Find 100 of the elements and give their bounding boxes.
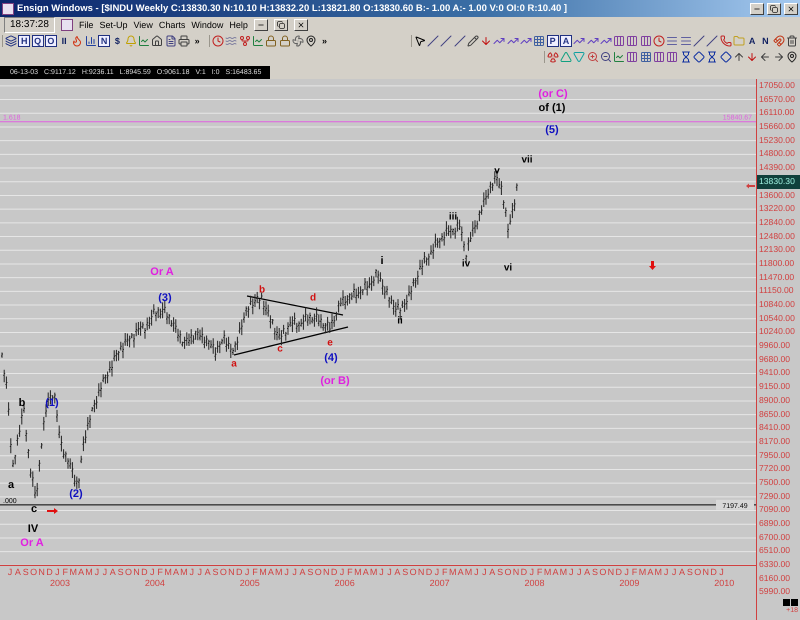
minimize-button[interactable] <box>750 2 764 14</box>
month-label: N <box>512 567 520 577</box>
more-tools-button[interactable]: » <box>191 35 204 47</box>
columns-icon[interactable] <box>613 35 626 47</box>
month-label: S <box>116 567 125 577</box>
trend-icon[interactable] <box>520 35 532 47</box>
letter-tool-button[interactable]: A <box>746 35 758 47</box>
cursor-icon[interactable] <box>414 35 426 47</box>
zoom-in-icon[interactable] <box>586 51 599 63</box>
line-icon[interactable] <box>454 35 466 47</box>
close-button[interactable] <box>294 19 308 31</box>
bars-icon[interactable] <box>84 35 97 47</box>
month-label: D <box>235 567 244 577</box>
line-icon[interactable] <box>426 35 439 47</box>
diamond-icon[interactable] <box>692 51 705 63</box>
arrow-left-icon[interactable] <box>759 51 772 63</box>
grid-icon[interactable] <box>640 51 652 63</box>
trend-icon[interactable] <box>586 35 599 47</box>
month-label: A <box>172 567 180 577</box>
month-label: J <box>386 567 393 577</box>
zoom-out-icon[interactable] <box>600 51 612 63</box>
trend-icon[interactable] <box>493 35 506 47</box>
letter-tool-button[interactable]: A <box>560 35 572 47</box>
columns-icon[interactable] <box>626 51 638 63</box>
columns-icon[interactable] <box>653 51 666 63</box>
month-label: A <box>646 567 654 577</box>
printer-icon[interactable] <box>178 35 190 47</box>
trash-icon[interactable] <box>786 35 798 47</box>
month-label: A <box>583 567 592 577</box>
trend-icon[interactable] <box>600 35 612 47</box>
columns-icon[interactable] <box>626 35 638 47</box>
menu-item[interactable]: File <box>78 20 94 30</box>
month-label: J <box>188 567 196 577</box>
lock-icon[interactable] <box>278 35 291 47</box>
wave-label: i <box>380 254 384 267</box>
home-icon[interactable] <box>151 35 164 47</box>
restore-icon[interactable] <box>770 4 778 12</box>
price-axis-label: 15230.00 <box>758 134 796 147</box>
more-tools-button[interactable]: » <box>318 35 331 47</box>
letter-tool-button[interactable]: H <box>18 35 30 47</box>
trend-icon[interactable] <box>573 35 586 47</box>
diamond-icon[interactable] <box>720 51 732 63</box>
pin-icon[interactable] <box>786 51 798 63</box>
line-icon[interactable] <box>706 35 718 47</box>
trend-icon[interactable] <box>506 35 519 47</box>
month-label: N <box>606 567 615 577</box>
menu-item[interactable]: Help <box>229 20 248 30</box>
chart-icon[interactable] <box>138 35 150 47</box>
magnet-icon[interactable] <box>772 35 785 47</box>
grid-icon[interactable] <box>533 35 546 47</box>
clock-icon[interactable] <box>653 35 666 47</box>
arrow-up-icon[interactable] <box>732 51 745 63</box>
square-icon[interactable] <box>783 599 790 606</box>
restore-button[interactable] <box>767 2 781 14</box>
square-icon[interactable] <box>791 599 798 606</box>
pencil-icon[interactable] <box>466 35 479 47</box>
hourglass-icon[interactable] <box>706 51 718 63</box>
fan-icon[interactable] <box>292 35 304 47</box>
lines-icon[interactable] <box>680 35 692 47</box>
letter-tool-button[interactable]: P <box>546 35 559 47</box>
columns-icon[interactable] <box>640 35 652 47</box>
letter-tool-button[interactable]: O <box>44 35 57 47</box>
columns-icon[interactable] <box>666 51 678 63</box>
letter-tool-button[interactable]: Q <box>32 35 44 47</box>
wave-label: of (1) <box>538 102 566 114</box>
menu-item[interactable]: Window <box>191 20 224 30</box>
close-button[interactable] <box>784 2 798 14</box>
chart-icon[interactable] <box>613 51 626 63</box>
restore-icon[interactable] <box>276 21 285 29</box>
lock-icon[interactable] <box>265 35 278 47</box>
window-icon[interactable] <box>5 35 17 47</box>
letter-tool-button[interactable]: II <box>58 35 70 47</box>
arrow-right-icon[interactable] <box>772 51 785 63</box>
clock-icon[interactable] <box>212 35 224 47</box>
arrow-down-icon[interactable] <box>746 51 758 63</box>
letter-tool-button[interactable]: $ <box>111 35 124 47</box>
phone-icon[interactable] <box>720 35 732 47</box>
restore-button[interactable] <box>274 19 288 31</box>
fork-icon[interactable] <box>238 35 251 47</box>
lines-icon[interactable] <box>666 35 678 47</box>
month-label: J <box>196 567 203 577</box>
arrow-down-icon[interactable] <box>480 35 492 47</box>
letter-tool-button[interactable]: N <box>759 35 772 47</box>
menu-item[interactable]: View <box>133 20 153 30</box>
hourglass-icon[interactable] <box>680 51 692 63</box>
close-icon[interactable] <box>296 21 305 29</box>
flame-icon[interactable] <box>71 35 84 47</box>
pin-icon[interactable] <box>305 35 318 47</box>
file-icon[interactable] <box>164 35 177 47</box>
letter-tool-button[interactable]: N <box>98 35 110 47</box>
radiation-icon[interactable] <box>546 51 559 63</box>
wave-label: (4) <box>324 352 338 364</box>
month-label: J <box>94 567 100 577</box>
month-label: A <box>266 567 275 577</box>
menu-item[interactable]: Charts <box>158 20 186 30</box>
close-icon[interactable] <box>787 4 795 12</box>
minimize-button[interactable] <box>254 19 268 31</box>
line-icon[interactable] <box>440 35 452 47</box>
menu-item[interactable]: Set-Up <box>99 20 128 30</box>
line-icon[interactable] <box>692 35 705 47</box>
